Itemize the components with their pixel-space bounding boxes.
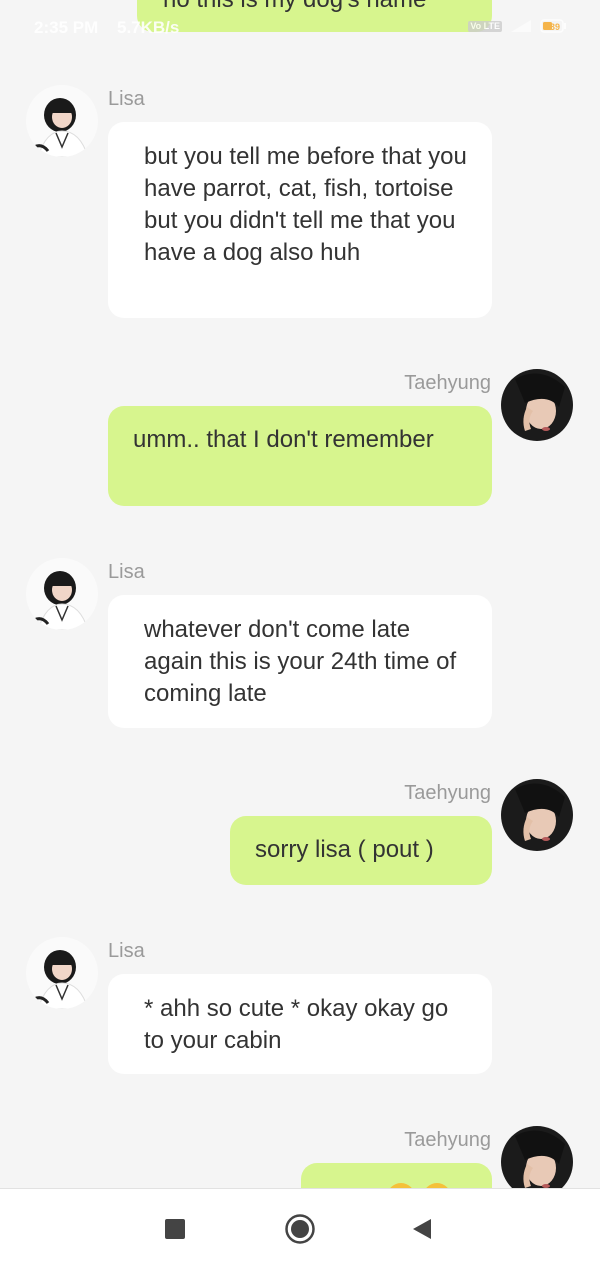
triangle-back-icon (413, 1218, 431, 1239)
message-bubble-lisa[interactable]: whatever don't come late again this is y… (108, 595, 492, 728)
battery-level: 39 (550, 22, 560, 32)
lisa-avatar-image (26, 558, 98, 630)
message-bubble-lisa[interactable]: but you tell me before that you have par… (108, 122, 492, 318)
message-text: * ahh so cute * okay okay go to your cab… (144, 995, 449, 1054)
lisa-avatar-image (26, 85, 98, 157)
sender-name-taehyung: Taehyung (404, 782, 491, 804)
avatar-lisa[interactable] (26, 937, 98, 1009)
message-text: sorry lisa ( pout ) (255, 836, 434, 863)
message-bubble-taehyung[interactable] (301, 1163, 492, 1188)
sender-name-taehyung: Taehyung (404, 1129, 491, 1151)
square-icon (165, 1218, 185, 1239)
sender-name-taehyung: Taehyung (404, 372, 491, 394)
back-button[interactable] (382, 1189, 462, 1268)
message-text: but you tell me before that you have par… (144, 143, 467, 266)
message-bubble-taehyung[interactable]: sorry lisa ( pout ) (230, 816, 492, 885)
lisa-avatar-image (26, 937, 98, 1009)
avatar-lisa[interactable] (26, 85, 98, 157)
signal-icon (511, 20, 531, 32)
network-speed: 5.7KB/s (117, 18, 180, 37)
circle-icon (285, 1213, 315, 1244)
home-button[interactable] (260, 1189, 340, 1268)
status-bar: 2:35 PM 5.7KB/s Vo LTE 39 (0, 0, 600, 58)
message-text: umm.. that I don't remember (133, 426, 434, 453)
avatar-taehyung[interactable] (501, 779, 573, 851)
volte-icon: Vo LTE (468, 20, 502, 32)
avatar-taehyung[interactable] (501, 369, 573, 441)
avatar-taehyung[interactable] (501, 1126, 573, 1188)
taehyung-avatar-image (501, 1126, 573, 1188)
status-time: 2:35 PM (34, 18, 99, 37)
message-bubble-lisa[interactable]: * ahh so cute * okay okay go to your cab… (108, 974, 492, 1074)
taehyung-avatar-image (501, 369, 573, 441)
recents-button[interactable] (135, 1189, 215, 1268)
message-text: whatever don't come late again this is y… (144, 616, 457, 707)
status-icons: Vo LTE 39 (468, 19, 568, 33)
battery-icon: 39 (540, 19, 566, 33)
chat-area[interactable]: no this is my dog's name Lisa but you te… (0, 0, 600, 1188)
navigation-bar (0, 1188, 600, 1268)
sender-name-lisa: Lisa (108, 561, 145, 583)
message-bubble-taehyung[interactable]: umm.. that I don't remember (108, 406, 492, 506)
avatar-lisa[interactable] (26, 558, 98, 630)
taehyung-avatar-image (501, 779, 573, 851)
sender-name-lisa: Lisa (108, 940, 145, 962)
sender-name-lisa: Lisa (108, 88, 145, 110)
